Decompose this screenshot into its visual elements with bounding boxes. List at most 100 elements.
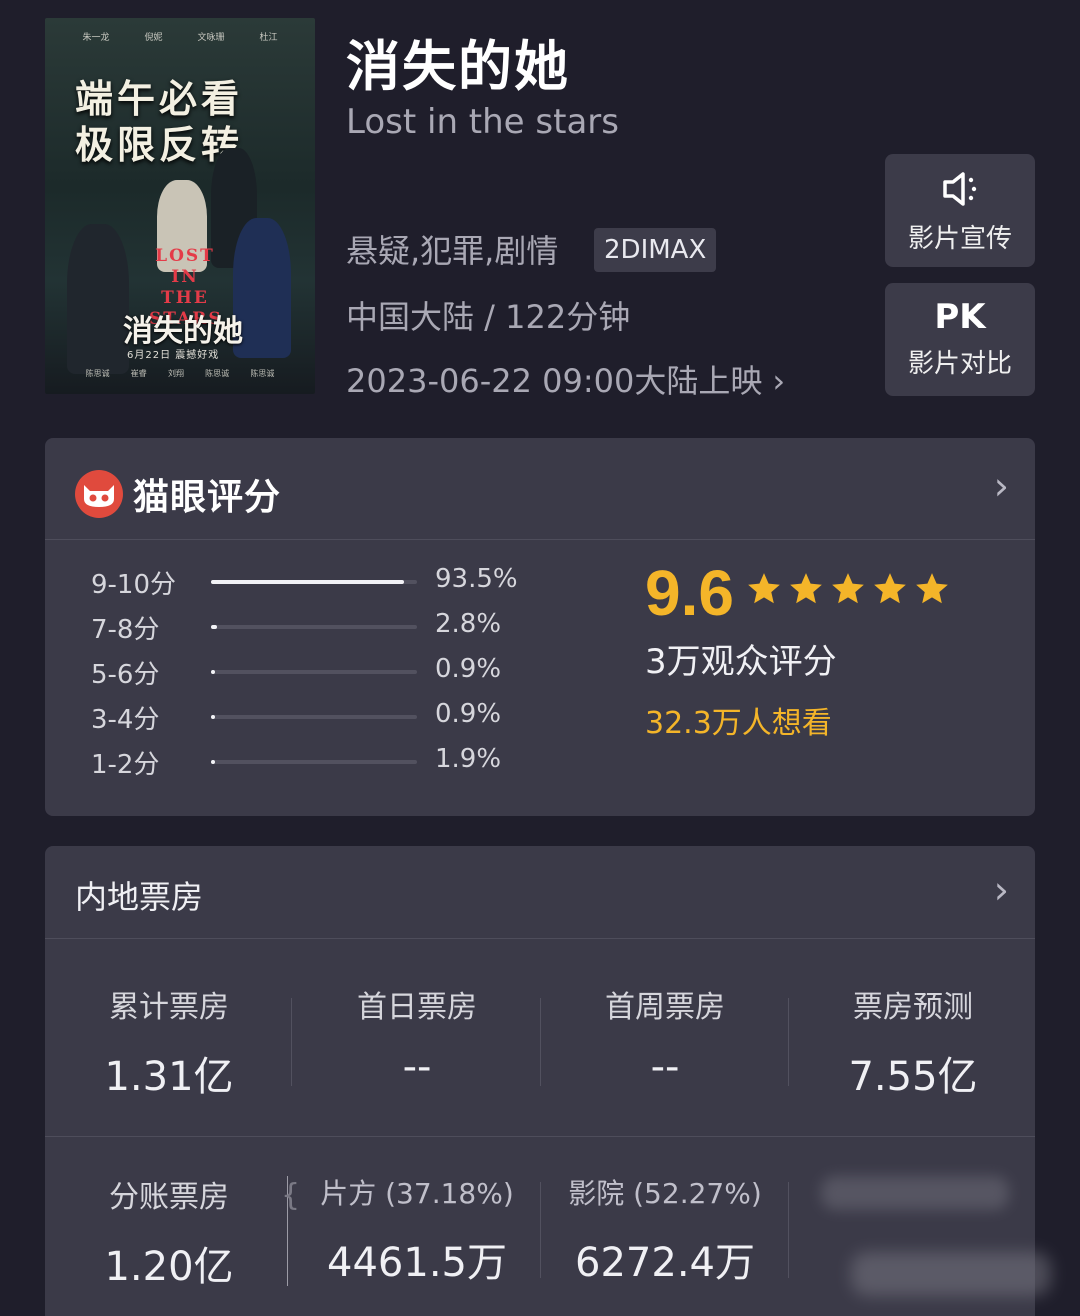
want-to-see-count: 32.3万人想看 [645,706,832,741]
chevron-right-icon: › [772,362,786,400]
poster-name: 陈思诚 [250,369,275,378]
rating-bar-fill [211,580,404,584]
stat-value: 7.55亿 [848,1054,978,1100]
compare-button[interactable]: PK 影片对比 [885,283,1035,396]
stat-value: 1.31亿 [104,1054,234,1100]
poster-name: 陈思诚 [205,369,230,378]
divider [788,1182,789,1278]
compare-label: 影片对比 [907,349,1012,379]
rating-range: 9-10分 [91,570,177,600]
movie-poster[interactable]: 朱一龙 倪妮 文咏珊 杜江 端午必看 极限反转 LOST IN THE STAR… [45,18,315,394]
brace-icon: { [281,1178,301,1213]
stat-label: 首日票房 [357,990,477,1025]
rating-bar [211,760,417,764]
poster-name: 刘翔 [167,369,184,378]
release-date: 2023-06-22 09:00大陆上映 [346,362,763,400]
box-office-header[interactable]: 内地票房 › [45,846,1035,939]
rating-range: 7-8分 [91,615,160,645]
stat-value: -- [650,1044,680,1090]
star-icon [832,573,864,604]
maoyan-brand: 猫眼评分 [75,468,281,520]
region-duration: 中国大陆 / 122分钟 [346,298,631,336]
stat-first-day: 首日票房 -- [293,982,541,1090]
rating-row: 3-4分 0.9% [91,699,571,744]
rating-percent: 93.5% [435,564,518,594]
poster-names: 陈思诚 崔睿 刘翔 陈思诚 陈思诚 [45,368,315,379]
poster-name: 陈思诚 [85,369,110,378]
divider [291,998,292,1086]
rating-row: 1-2分 1.9% [91,744,571,789]
rating-bar-fill [211,715,215,719]
rating-brand-title: 猫眼评分 [133,477,282,518]
stat-total: 累计票房 1.31亿 [45,982,293,1102]
rating-bar-fill [211,760,215,764]
rating-card: 猫眼评分 › 9-10分 93.5% 7-8分 2.8% 5-6分 0.9% 3… [45,438,1035,816]
rating-bar-fill [211,625,217,629]
split-cinema: 影院 (52.27%) 6272.4万 [541,1172,789,1288]
stat-label: 票房预测 [853,990,973,1025]
stat-forecast: 票房预测 7.55亿 [789,982,1037,1102]
cinema-label: 影院 (52.27%) [568,1177,762,1210]
rating-header[interactable]: 猫眼评分 › [45,438,1035,540]
rating-bar [211,715,417,719]
format-tag: 2DIMAX [594,228,717,272]
split-total: 分账票房 1.20亿 [45,1172,293,1292]
box-office-card: 内地票房 › 累计票房 1.31亿 首日票房 -- 首周票房 -- 票房预测 7… [45,846,1051,1316]
release-info[interactable]: 2023-06-22 09:00大陆上映 › [346,356,785,402]
chevron-right-icon: › [993,868,1009,912]
poster-tagline-line: 端午必看 [75,76,244,121]
poster-figure [67,224,129,374]
rating-range: 1-2分 [91,750,160,780]
producer-value: 4461.5万 [327,1240,507,1286]
rating-percent: 2.8% [435,609,502,639]
poster-credit: 文咏珊 [197,33,225,43]
poster-name: 崔睿 [130,369,147,378]
rating-percent: 1.9% [435,744,502,774]
rating-percent: 0.9% [435,654,502,684]
rating-range: 5-6分 [91,660,160,690]
rating-bar [211,670,417,674]
rating-distribution: 9-10分 93.5% 7-8分 2.8% 5-6分 0.9% 3-4分 0.9… [91,564,571,789]
rating-row: 9-10分 93.5% [91,564,571,609]
poster-credit: 朱一龙 [82,33,110,43]
rating-bar-fill [211,670,215,674]
star-icon [748,573,780,604]
star-icon [916,573,948,604]
poster-credits: 朱一龙 倪妮 文咏珊 杜江 [45,30,315,43]
rating-range: 3-4分 [91,705,160,735]
cat-eye-icon [75,470,123,518]
split-producer: 片方 (37.18%) 4461.5万 [293,1172,541,1288]
movie-subtitle: Lost in the stars [346,102,619,142]
promo-label: 影片宣传 [907,224,1012,254]
movie-genres: 悬疑,犯罪,剧情 [346,232,559,270]
rating-bar [211,580,417,584]
rating-percent: 0.9% [435,699,502,729]
poster-tagline: 端午必看 极限反转 [75,76,243,168]
stat-label: 累计票房 [109,990,229,1025]
rating-row: 7-8分 2.8% [91,609,571,654]
box-office-stats: 累计票房 1.31亿 首日票房 -- 首周票房 -- 票房预测 7.55亿 [45,966,1035,1137]
audience-count: 3万观众评分 [645,642,837,682]
box-office-title: 内地票房 [75,878,204,916]
split-label: 分账票房 [109,1180,229,1215]
poster-credit: 杜江 [259,33,278,43]
blurred-region [821,1176,1051,1296]
promo-button[interactable]: 影片宣传 [885,154,1035,267]
movie-title: 消失的她 [346,35,570,98]
poster-cn-title: 消失的她 [123,314,243,349]
cinema-value: 6272.4万 [575,1240,755,1286]
chevron-right-icon: › [993,464,1009,508]
split-value: 1.20亿 [104,1244,234,1290]
star-icon [874,573,906,604]
star-icon [790,573,822,604]
rating-stars [745,570,955,608]
poster-credit: 倪妮 [144,33,163,43]
rating-row: 5-6分 0.9% [91,654,571,699]
stat-label: 首周票房 [605,990,725,1025]
speaker-icon [943,172,977,206]
stat-value: -- [402,1044,432,1090]
producer-label: 片方 (37.18%) [320,1177,514,1210]
stat-first-week: 首周票房 -- [541,982,789,1090]
poster-date: 6月22日 震撼好戏 [127,350,220,361]
rating-score: 9.6 [645,557,734,629]
